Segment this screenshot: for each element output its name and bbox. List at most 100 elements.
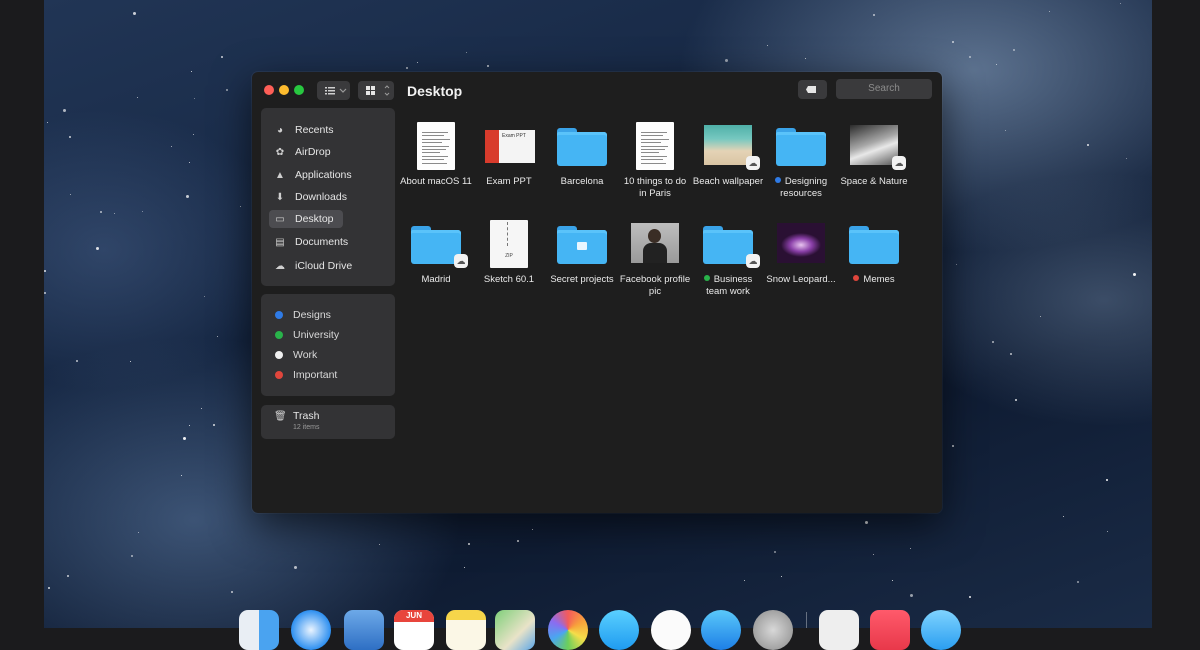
download-stack-icon[interactable]	[921, 610, 961, 650]
file-name-text: Designing resources	[780, 176, 828, 199]
safari-icon[interactable]	[291, 610, 331, 650]
file-name: Barcelona	[546, 176, 618, 188]
sidebar-tag-important[interactable]: Important	[275, 369, 337, 381]
star	[1126, 158, 1127, 159]
image-thumbnail	[777, 223, 825, 263]
file-item[interactable]: Barcelona	[546, 122, 618, 188]
sidebar-tag-designs[interactable]: Designs	[275, 309, 331, 321]
list-view-button[interactable]	[317, 81, 350, 100]
file-item[interactable]: ☁ Space & Nature	[838, 122, 910, 188]
star	[226, 89, 228, 91]
file-name: Snow Leopard...	[765, 274, 837, 286]
star	[464, 567, 465, 568]
file-thumbnail: Exam PPT	[473, 122, 545, 170]
file-name-text: Facebook profile pic	[619, 274, 691, 297]
sidebar-item-trash[interactable]: 🗑 Trash 12 items	[261, 405, 395, 439]
file-name-text: Barcelona	[560, 176, 604, 187]
sidebar-item-recents[interactable]: ◕ Recents	[269, 121, 387, 139]
minimize-button[interactable]	[279, 85, 289, 95]
file-name: Secret projects	[546, 274, 618, 286]
text-line	[641, 149, 665, 150]
file-item[interactable]: About macOS 11	[400, 122, 472, 188]
music-icon[interactable]	[651, 610, 691, 650]
maps-icon[interactable]	[495, 610, 535, 650]
desktop-icon: ▭	[275, 213, 285, 225]
star	[189, 425, 190, 426]
zoom-button[interactable]	[294, 85, 304, 95]
file-item[interactable]: Facebook profile pic	[619, 220, 691, 297]
file-name: 10 things to do in Paris	[619, 176, 691, 199]
file-item[interactable]: ☁ Beach wallpaper	[692, 122, 764, 188]
star	[996, 64, 997, 65]
file-item[interactable]: 10 things to do in Paris	[619, 122, 691, 199]
star	[131, 555, 133, 557]
file-name-text: 10 things to do in Paris	[623, 176, 687, 199]
icon-view-button[interactable]	[358, 81, 394, 100]
star	[186, 195, 189, 198]
star	[956, 264, 957, 265]
file-item[interactable]: Designing resources	[765, 122, 837, 199]
tag-icon	[806, 86, 816, 93]
tags-button[interactable]	[798, 80, 827, 99]
file-thumbnail: ☁	[692, 122, 764, 170]
photos-icon[interactable]	[548, 610, 588, 650]
star	[204, 296, 205, 297]
sidebar-item-applications[interactable]: ▲ Applications	[269, 166, 387, 184]
star	[417, 62, 418, 63]
news-icon[interactable]	[870, 610, 910, 650]
file-name-text: Snow Leopard...	[766, 274, 836, 285]
star	[952, 41, 954, 43]
close-button[interactable]	[264, 85, 274, 95]
file-item[interactable]: Exam PPT Exam PPT	[473, 122, 545, 188]
star	[96, 247, 99, 250]
file-item[interactable]: ZIP Sketch 60.1	[473, 220, 545, 286]
text-line	[422, 142, 442, 144]
file-name: Designing resources	[765, 176, 837, 199]
sidebar-item-icloud-drive[interactable]: ☁ iCloud Drive	[269, 257, 387, 275]
file-thumbnail: ☁	[400, 220, 472, 268]
app-store-icon[interactable]	[701, 610, 741, 650]
document-icon	[417, 122, 455, 170]
sidebar-tag-university[interactable]: University	[275, 329, 339, 341]
sidebar-item-airdrop[interactable]: ✿ AirDrop	[269, 143, 387, 161]
file-name-text: About macOS 11	[400, 176, 472, 187]
download-icon: ⬇	[275, 191, 285, 203]
star	[133, 12, 136, 15]
window-title: Desktop	[407, 83, 463, 99]
sidebar-item-downloads[interactable]: ⬇ Downloads	[269, 188, 387, 206]
sidebar-item-desktop[interactable]: ▭ Desktop	[269, 210, 343, 228]
file-thumbnail: ☁	[692, 220, 764, 268]
image-thumbnail	[850, 125, 898, 165]
file-item[interactable]: ☁ Madrid	[400, 220, 472, 286]
finder-icon[interactable]	[239, 610, 279, 650]
preview-icon[interactable]	[344, 610, 384, 650]
star	[193, 134, 194, 135]
file-item[interactable]: ☁ Business team work	[692, 220, 764, 297]
documents-stack-icon[interactable]	[819, 610, 859, 650]
star	[517, 540, 519, 542]
sidebar-item-label: AirDrop	[295, 146, 331, 158]
calendar-icon[interactable]: JUN	[394, 610, 434, 650]
star	[1049, 11, 1050, 12]
system-preferences-icon[interactable]	[753, 610, 793, 650]
text-line	[641, 138, 669, 140]
text-line	[422, 135, 444, 137]
file-item[interactable]: Snow Leopard...	[765, 220, 837, 286]
image-thumbnail	[631, 223, 679, 263]
file-item[interactable]: Memes	[838, 220, 910, 286]
file-item[interactable]: Secret projects	[546, 220, 618, 286]
file-name-text: Space & Nature	[840, 176, 908, 187]
star	[873, 554, 874, 555]
messages-icon[interactable]	[599, 610, 639, 650]
sidebar-item-label: Downloads	[295, 191, 347, 203]
sidebar-tag-work[interactable]: Work	[275, 349, 317, 361]
sidebar-item-documents[interactable]: ▤ Documents	[269, 233, 387, 251]
text-line	[422, 152, 440, 154]
star	[213, 424, 215, 426]
star	[1087, 144, 1089, 146]
search-input[interactable]	[836, 79, 932, 99]
star	[532, 529, 533, 530]
star	[100, 211, 102, 213]
notes-icon[interactable]	[446, 610, 486, 650]
star	[781, 576, 782, 577]
